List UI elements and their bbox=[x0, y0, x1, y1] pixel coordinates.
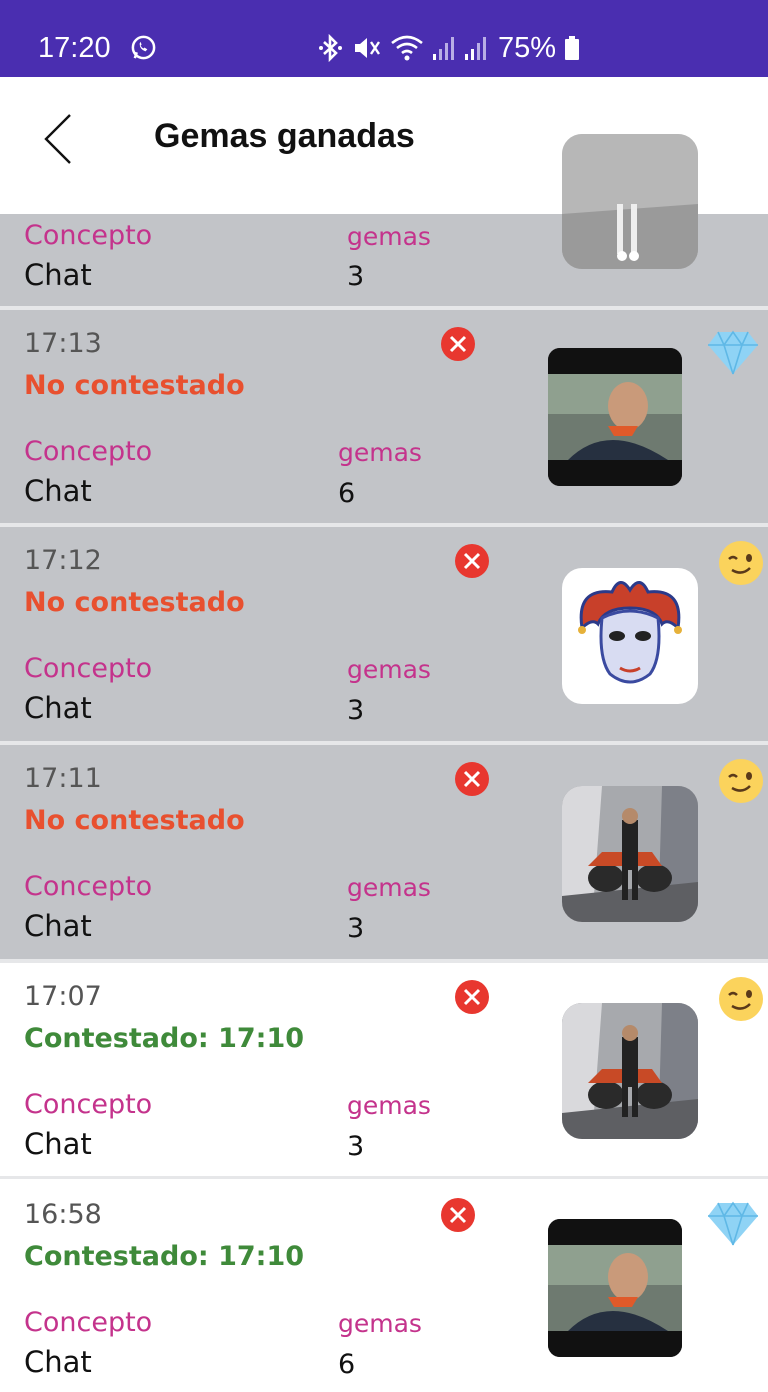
gems-label: gemas bbox=[338, 438, 422, 467]
wifi-icon bbox=[391, 35, 423, 61]
avatar[interactable] bbox=[562, 1003, 698, 1139]
gems-value: 3 bbox=[347, 1131, 365, 1162]
item-status: No contestado bbox=[24, 805, 245, 836]
gems-label: gemas bbox=[347, 873, 431, 902]
list-item[interactable]: 17:13 No contestado Concepto Chat gemas … bbox=[0, 310, 768, 523]
signal-icon bbox=[465, 37, 486, 60]
list-item[interactable]: 17:11 No contestado Concepto Chat gemas … bbox=[0, 745, 768, 959]
gems-value: 6 bbox=[338, 478, 356, 509]
avatar[interactable] bbox=[548, 1219, 682, 1357]
status-time: 17:20 bbox=[38, 32, 111, 64]
item-status: No contestado bbox=[24, 587, 245, 618]
concept-label: Concepto bbox=[24, 1089, 153, 1120]
wink-emoji-icon bbox=[719, 977, 763, 1021]
battery-icon bbox=[565, 36, 580, 60]
chevron-left-icon[interactable] bbox=[38, 111, 78, 167]
item-status: No contestado bbox=[24, 370, 245, 401]
concept-label: Concepto bbox=[24, 436, 153, 467]
concept-label: Concepto bbox=[24, 871, 153, 902]
avatar[interactable] bbox=[562, 134, 698, 269]
list-item[interactable]: 17:07 Contestado: 17:10 Concepto Chat ge… bbox=[0, 963, 768, 1176]
avatar-photo bbox=[548, 348, 682, 486]
concept-value: Chat bbox=[24, 691, 92, 725]
item-time: 17:11 bbox=[24, 763, 102, 794]
item-time: 17:07 bbox=[24, 981, 102, 1012]
close-icon[interactable] bbox=[454, 979, 490, 1015]
status-bar: 17:20 75% bbox=[0, 0, 768, 77]
gems-value: 3 bbox=[347, 913, 365, 944]
list-item[interactable]: Concepto Chat gemas 3 bbox=[0, 134, 768, 306]
concept-value: Chat bbox=[24, 909, 92, 943]
mask-image bbox=[578, 581, 682, 684]
page-title: Gemas ganadas bbox=[154, 117, 415, 155]
whatsapp-icon bbox=[131, 35, 156, 60]
avatar-photo bbox=[562, 134, 698, 269]
concept-label: Concepto bbox=[24, 653, 153, 684]
close-icon[interactable] bbox=[454, 543, 490, 579]
diamond-icon bbox=[708, 330, 758, 375]
close-icon[interactable] bbox=[440, 1197, 476, 1233]
concept-value: Chat bbox=[24, 258, 92, 292]
item-status: Contestado: 17:10 bbox=[24, 1023, 305, 1054]
item-time: 17:12 bbox=[24, 545, 102, 576]
gems-label: gemas bbox=[347, 222, 431, 251]
item-time: 17:13 bbox=[24, 328, 102, 359]
avatar-photo bbox=[562, 786, 698, 922]
gems-label: gemas bbox=[347, 655, 431, 684]
concept-label: Concepto bbox=[24, 1307, 153, 1338]
diamond-icon bbox=[708, 1201, 758, 1246]
concept-value: Chat bbox=[24, 474, 92, 508]
item-status: Contestado: 17:10 bbox=[24, 1241, 305, 1272]
avatar[interactable] bbox=[562, 786, 698, 922]
concept-label: Concepto bbox=[24, 220, 153, 251]
signal-icon bbox=[433, 37, 454, 60]
wink-emoji-icon bbox=[719, 541, 763, 585]
avatar-photo bbox=[548, 1219, 682, 1357]
gems-value: 3 bbox=[347, 695, 365, 726]
list-item[interactable]: 16:58 Contestado: 17:10 Concepto Chat ge… bbox=[0, 1179, 768, 1392]
close-icon[interactable] bbox=[454, 761, 490, 797]
battery-level: 75% bbox=[498, 32, 557, 64]
avatar-photo bbox=[562, 1003, 698, 1139]
avatar[interactable] bbox=[548, 348, 682, 486]
gems-label: gemas bbox=[347, 1091, 431, 1120]
bluetooth-icon bbox=[319, 34, 342, 62]
item-time: 16:58 bbox=[24, 1199, 102, 1230]
avatar[interactable] bbox=[562, 568, 698, 704]
gems-label: gemas bbox=[338, 1309, 422, 1338]
gems-value: 6 bbox=[338, 1349, 356, 1380]
concept-value: Chat bbox=[24, 1127, 92, 1161]
close-icon[interactable] bbox=[440, 326, 476, 362]
concept-value: Chat bbox=[24, 1345, 92, 1379]
status-icons: 75% bbox=[318, 33, 580, 63]
gems-value: 3 bbox=[347, 261, 365, 292]
mute-icon bbox=[355, 38, 380, 58]
list-item[interactable]: 17:12 No contestado Concepto Chat gemas … bbox=[0, 527, 768, 741]
wink-emoji-icon bbox=[719, 759, 763, 803]
